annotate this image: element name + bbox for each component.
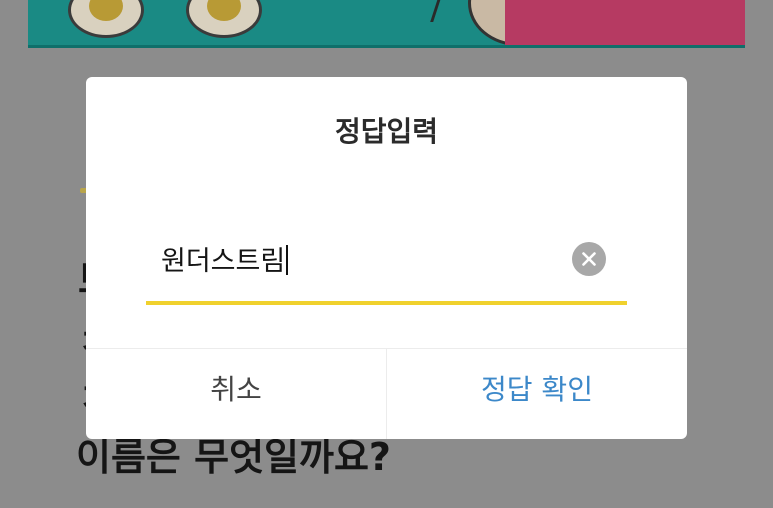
- text-cursor: [286, 245, 289, 275]
- dialog-title: 정답입력: [334, 115, 439, 148]
- cancel-button[interactable]: 취소: [86, 349, 387, 439]
- close-icon: [582, 252, 596, 266]
- dialog-actions: 취소 정답 확인: [86, 348, 687, 439]
- background-question-text: 이름은 무엇일까요?: [76, 435, 391, 479]
- clear-input-button[interactable]: [572, 242, 606, 276]
- confirm-answer-button[interactable]: 정답 확인: [387, 349, 687, 439]
- banner-image: [28, 0, 745, 48]
- banner-pink-area: [505, 0, 745, 45]
- egg-illustration: [68, 0, 144, 38]
- answer-input-value[interactable]: 원더스트림: [161, 244, 289, 280]
- screen: 브 ㅊ ㅈ 이름은 무엇일까요? 정답입력 원더스트림 취소 정답 확인: [0, 0, 773, 508]
- answer-input-field[interactable]: 원더스트림: [146, 235, 627, 305]
- egg-illustration: [186, 0, 262, 38]
- answer-input-dialog: 정답입력 원더스트림 취소 정답 확인: [86, 77, 687, 439]
- illustration-line: [416, 0, 447, 22]
